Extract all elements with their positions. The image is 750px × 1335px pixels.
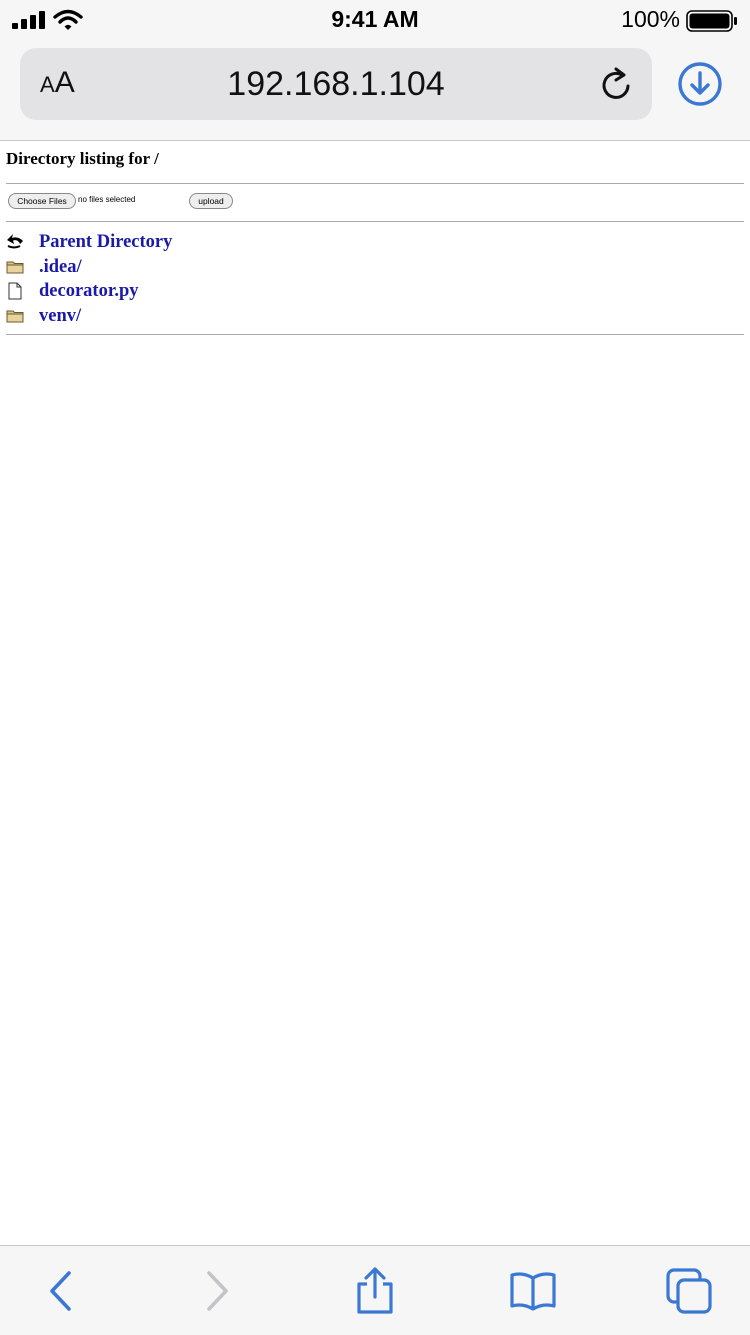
page-content: Directory listing for / Choose Files no … xyxy=(6,141,744,335)
link-parent-directory[interactable]: Parent Directory xyxy=(39,231,172,253)
address-field[interactable]: AA 192.168.1.104 xyxy=(20,48,652,120)
folder-icon xyxy=(6,261,24,273)
link-decorator-py[interactable]: decorator.py xyxy=(39,280,139,302)
list-item: Parent Directory xyxy=(6,231,744,256)
battery-percentage: 100% xyxy=(621,6,680,32)
share-icon[interactable] xyxy=(350,1266,400,1316)
link-idea[interactable]: .idea/ xyxy=(39,256,82,278)
file-icon xyxy=(8,282,22,300)
list-item: .idea/ xyxy=(6,256,744,281)
bookmarks-icon[interactable] xyxy=(508,1266,558,1316)
link-venv[interactable]: venv/ xyxy=(39,305,81,327)
browser-address-area: AA 192.168.1.104 xyxy=(0,40,750,141)
download-icon[interactable] xyxy=(676,60,724,108)
back-arrow-icon xyxy=(7,234,23,249)
forward-icon[interactable] xyxy=(192,1266,242,1316)
upload-form: Choose Files no files selected upload xyxy=(6,184,744,221)
bottom-toolbar xyxy=(0,1245,750,1335)
upload-button[interactable]: upload xyxy=(189,193,233,209)
tabs-icon[interactable] xyxy=(664,1266,714,1316)
page-title: Directory listing for / xyxy=(6,149,159,168)
reload-icon[interactable] xyxy=(598,66,636,104)
back-icon[interactable] xyxy=(36,1266,86,1316)
list-item: venv/ xyxy=(6,305,744,330)
choose-files-button[interactable]: Choose Files xyxy=(8,193,76,209)
status-bar: 9:41 AM 100% xyxy=(0,0,750,40)
battery-icon xyxy=(686,10,737,32)
list-item: decorator.py xyxy=(6,280,744,305)
directory-listing: Parent Directory .idea/ decorator.py ven… xyxy=(6,222,744,334)
divider xyxy=(6,334,744,335)
file-status: no files selected xyxy=(78,195,136,204)
folder-icon xyxy=(6,310,24,322)
url-text[interactable]: 192.168.1.104 xyxy=(20,65,652,104)
